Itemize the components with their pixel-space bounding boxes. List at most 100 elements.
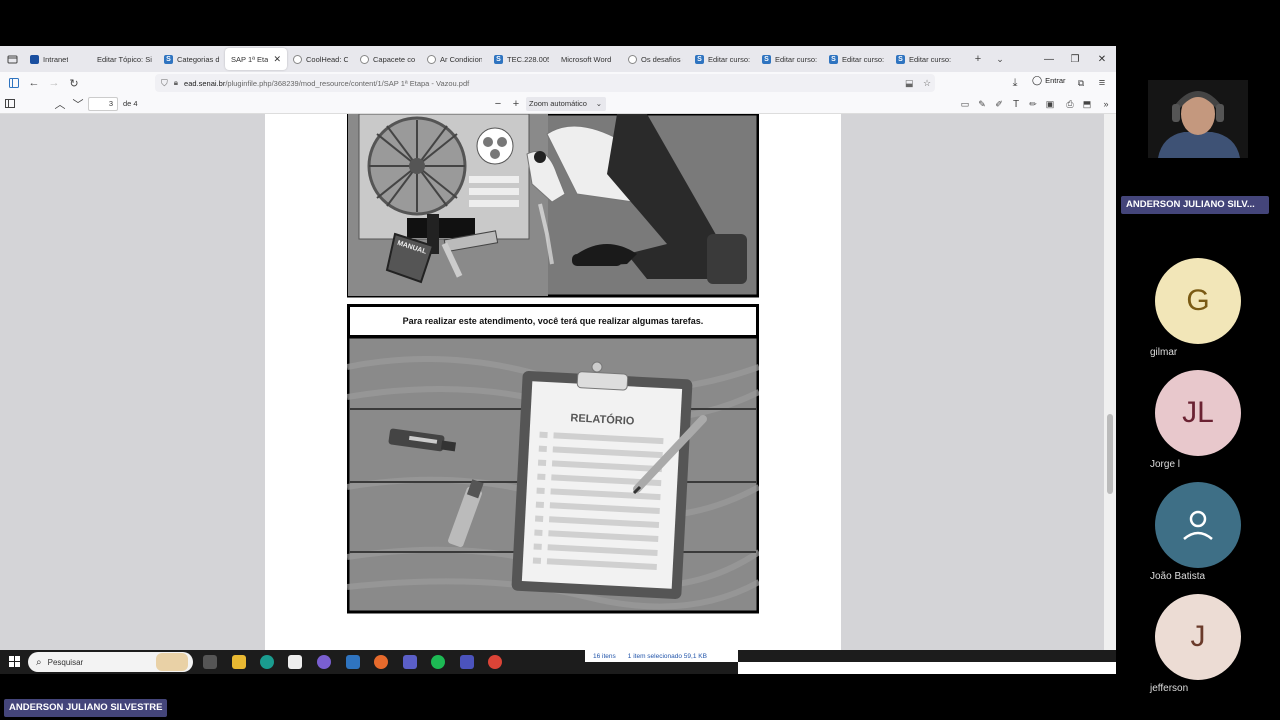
status-items: 16 itens (593, 652, 616, 660)
mail-icon[interactable] (346, 655, 360, 669)
account-label: Entrar (1045, 76, 1066, 85)
participant-tile: Ggilmar (1150, 258, 1260, 358)
tab-label: CoolHead: Ca (306, 54, 348, 64)
avatar: G (1155, 258, 1241, 344)
presenter-video (1148, 80, 1248, 158)
tab-list-icon[interactable] (0, 49, 24, 69)
edge-icon[interactable] (260, 655, 274, 669)
scroll-thumb[interactable] (1107, 414, 1113, 494)
globe-icon (427, 54, 436, 64)
tab-overflow-icon[interactable]: ⌄ (990, 49, 1010, 69)
windows-start-icon[interactable] (9, 656, 20, 667)
chrome-icon[interactable] (488, 655, 502, 669)
teams-classic-icon[interactable] (460, 655, 474, 669)
tab-label: Editar curso: C (842, 54, 884, 64)
browser-tab[interactable]: Os desafios d (622, 48, 689, 70)
participant-tile: Jjefferson (1150, 594, 1260, 694)
explorer-window-edge (738, 662, 1116, 674)
sidebar-toggle-icon[interactable] (4, 73, 24, 93)
zoom-select[interactable]: Zoom automático ⌄ (526, 97, 606, 111)
reload-icon[interactable]: ↻ (64, 73, 84, 93)
globe-icon (293, 54, 302, 64)
tab-bar: Intranet Editar Tópico: Sit S Categorias dS… (0, 46, 1116, 72)
save-icon[interactable]: ⬒ (1077, 94, 1097, 114)
account-icon: ◯ (1032, 75, 1043, 85)
globe-icon (360, 54, 369, 64)
url-domain: ead.senai.br (184, 78, 226, 88)
senai-s-icon: S (494, 54, 503, 64)
back-icon[interactable]: ← (24, 73, 44, 93)
new-tab-icon[interactable]: + (968, 49, 988, 69)
more-tools-icon[interactable]: » (1096, 94, 1116, 114)
pdf-sidebar-icon[interactable] (0, 94, 20, 114)
tab-label: TEC.228.005 (507, 54, 549, 64)
browser-tab[interactable]: S Editar curso: C (823, 48, 890, 70)
status-selected: 1 item selecionado 59,1 KB (627, 652, 707, 660)
caption-box: Para realizar este atendimento, você ter… (347, 304, 759, 338)
browser-tab[interactable]: S Editar curso: I (890, 48, 957, 70)
browser-tab[interactable]: Capacete co (354, 48, 421, 70)
browser-tab[interactable]: Ar Condicion (421, 48, 488, 70)
tab-label: Capacete co (373, 54, 415, 64)
next-page-icon[interactable]: ﹀ (68, 94, 88, 114)
explorer-status-bar: 16 itens 1 item selecionado 59,1 KB (585, 650, 738, 662)
browser-tab[interactable]: S TEC.228.005 (488, 48, 555, 70)
browser-window: Intranet Editar Tópico: Sit S Categorias dS… (0, 46, 1116, 650)
bookmark-star-icon[interactable]: ☆ (923, 78, 931, 89)
taskbar-search[interactable]: ⌕ Pesquisar (28, 652, 193, 672)
pdf-scrollbar[interactable] (1104, 114, 1116, 650)
senai-s-icon: S (896, 54, 905, 64)
restore-icon[interactable]: ❐ (1062, 46, 1088, 72)
zoom-in-icon[interactable]: + (506, 94, 526, 114)
tab-label: Editar curso: I (775, 54, 817, 64)
participant-name: jefferson (1150, 683, 1189, 694)
shield-icon: ⛉ (161, 77, 168, 88)
browser-tab[interactable]: S Editar curso: I (689, 48, 756, 70)
participant-tile: JL Jorge l (1150, 370, 1260, 470)
extensions-icon[interactable]: ⧉ (1071, 73, 1091, 93)
pdf-save-icon[interactable]: ⬓ (905, 78, 914, 89)
teams-icon[interactable] (403, 655, 417, 669)
page-number-input[interactable]: 3 (88, 97, 118, 111)
file-explorer-icon[interactable] (232, 655, 246, 669)
task-view-icon[interactable] (203, 655, 217, 669)
globe-icon (628, 54, 637, 64)
downloads-icon[interactable]: ⤓ (1005, 73, 1025, 93)
browser-tab[interactable]: SAP 1ª Eta ✕ (225, 48, 287, 70)
spotify-icon[interactable] (431, 655, 445, 669)
image-icon[interactable]: ▣ (1040, 94, 1060, 114)
participant-name: gilmar (1150, 347, 1178, 358)
close-icon[interactable]: ✕ (1089, 46, 1115, 72)
pdf-page: MANUAL Para realizar este atendimento, v… (265, 114, 841, 650)
browser-tab[interactable]: S Editar curso: I (756, 48, 823, 70)
participant-tile: João Batista (1150, 482, 1260, 582)
zoom-out-icon[interactable]: − (488, 94, 508, 114)
copilot-icon[interactable] (317, 655, 331, 669)
tab-label: Editar curso: I (909, 54, 951, 64)
browser-tab[interactable]: Microsoft Word (555, 48, 622, 70)
account-button[interactable]: ◯ Entrar (1032, 75, 1066, 86)
senai-s-icon: S (164, 54, 173, 64)
tab-close-icon[interactable]: ✕ (273, 54, 281, 65)
firefox-icon[interactable] (374, 655, 388, 669)
nav-bar: ← → ↻ ⛉ 🔒︎ ead.senai.br/pluginfile.php/3… (0, 72, 1116, 94)
browser-tab[interactable]: S Categorias d (158, 48, 225, 70)
store-icon[interactable] (288, 655, 302, 669)
tabs-container: Intranet Editar Tópico: Sit S Categorias dS… (24, 48, 957, 70)
tab-label: Categorias d (177, 54, 219, 64)
browser-tab[interactable]: Editar Tópico: Sit (91, 48, 158, 70)
browser-tab[interactable]: Intranet (24, 48, 91, 70)
senai-s-icon: S (762, 54, 771, 64)
minimize-icon[interactable]: — (1036, 46, 1062, 72)
technician-illustration: MANUAL (347, 114, 759, 298)
forward-icon[interactable]: → (44, 73, 64, 93)
search-mascot-icon (156, 653, 188, 671)
pdf-viewer[interactable]: MANUAL Para realizar este atendimento, v… (0, 114, 1116, 650)
participant-name: Jorge l (1150, 459, 1181, 470)
screen: Intranet Editar Tópico: Sit S Categorias dS… (0, 0, 1280, 720)
url-bar[interactable]: ⛉ 🔒︎ ead.senai.br/pluginfile.php/368239/… (155, 74, 935, 92)
search-placeholder: Pesquisar (47, 657, 84, 667)
browser-tab[interactable]: CoolHead: Ca (287, 48, 354, 70)
menu-icon[interactable]: ≡ (1092, 73, 1112, 93)
prev-page-icon[interactable]: ︿ (50, 94, 70, 114)
